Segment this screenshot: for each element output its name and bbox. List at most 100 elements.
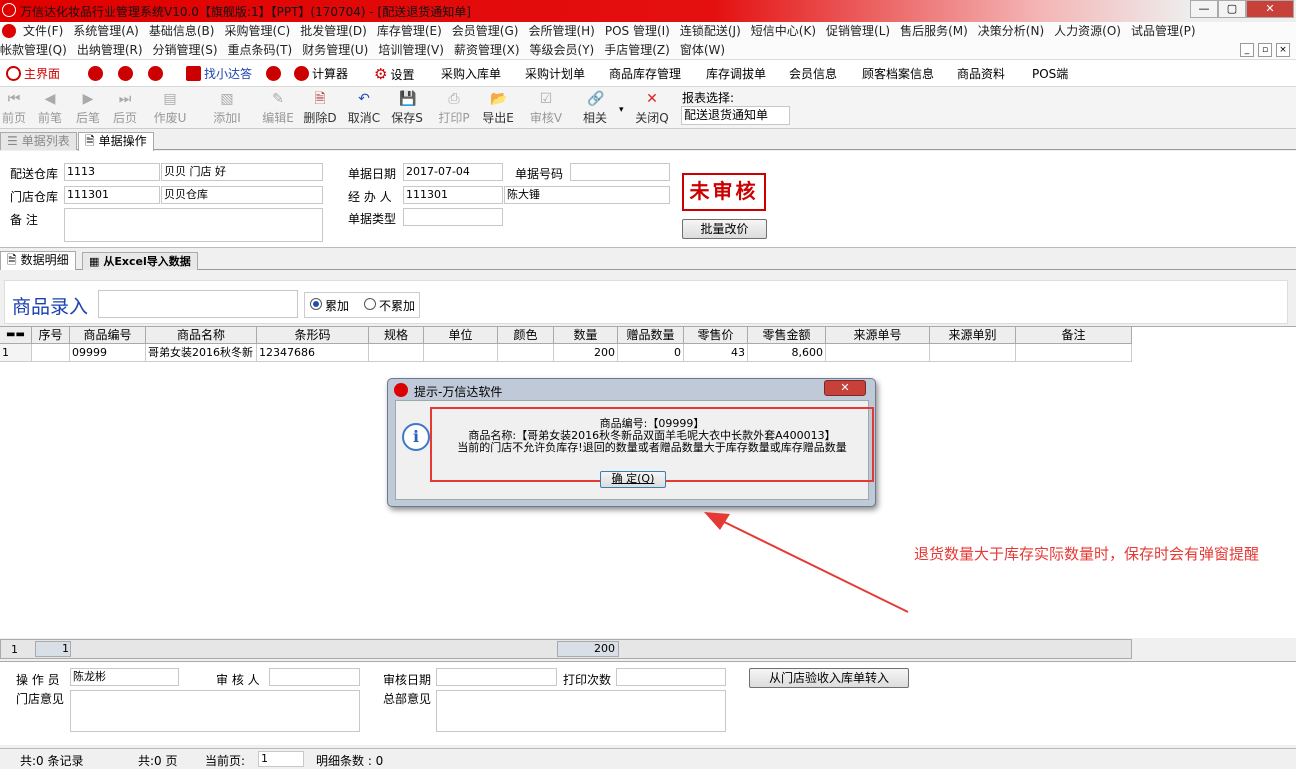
row-indicator[interactable]: 1 xyxy=(0,344,32,362)
quick-purchase-in[interactable]: 采购入库单 xyxy=(441,64,501,84)
quick-member-info[interactable]: 会员信息 xyxy=(789,64,837,84)
print-button[interactable]: ⎙ 打印P xyxy=(434,89,474,127)
doc-date-field[interactable]: 2017-07-04 xyxy=(403,163,503,181)
batch-reprice-button[interactable]: 批量改价 xyxy=(682,219,767,239)
col-retail-price[interactable]: 零售价 xyxy=(684,327,748,344)
table-cell[interactable]: 200 xyxy=(554,344,618,362)
operator-field[interactable]: 陈龙彬 xyxy=(70,668,179,686)
quick-pos[interactable]: POS端 xyxy=(1032,64,1068,84)
menu-file[interactable]: 文件(F) xyxy=(18,22,68,41)
close-doc-button[interactable]: ✕ 关闭Q xyxy=(632,89,672,127)
menu-member[interactable]: 会员管理(G) xyxy=(447,22,524,41)
tab-excel-import[interactable]: ▦ 从Excel导入数据 xyxy=(82,252,198,270)
tab-data-detail[interactable]: 🗎 数据明细 xyxy=(0,251,76,270)
menu-training[interactable]: 培训管理(V) xyxy=(373,41,449,60)
save-button[interactable]: 💾 保存S xyxy=(387,89,427,127)
transfer-from-store-button[interactable]: 从门店验收入库单转入 xyxy=(749,668,909,688)
col-spec[interactable]: 规格 xyxy=(369,327,424,344)
mdi-restore-icon[interactable]: ▫ xyxy=(1258,43,1272,57)
ship-wh-name-field[interactable]: 贝贝 门店 好 xyxy=(161,163,323,181)
menu-chain-delivery[interactable]: 连锁配送(J) xyxy=(675,22,746,41)
quick-purchase-plan[interactable]: 采购计划单 xyxy=(525,64,585,84)
table-cell[interactable] xyxy=(826,344,930,362)
menu-salary[interactable]: 薪资管理(X) xyxy=(449,41,525,60)
radio-no-accumulate[interactable] xyxy=(364,298,376,310)
auditor-field[interactable] xyxy=(269,668,360,686)
menu-basic-info[interactable]: 基础信息(B) xyxy=(144,22,220,41)
edit-button[interactable]: ✎ 编辑E xyxy=(258,89,298,127)
next-record-button[interactable]: ▶ 后笔 xyxy=(68,89,108,127)
quick-home[interactable]: 主界面 xyxy=(6,64,60,84)
quick-home-icon[interactable] xyxy=(266,64,284,84)
ship-wh-code-field[interactable]: 1113 xyxy=(64,163,160,181)
tab-doc-list[interactable]: ☰ 单据列表 xyxy=(0,132,77,150)
store-opinion-field[interactable] xyxy=(70,690,360,732)
quick-product-info[interactable]: 商品资料 xyxy=(957,64,1005,84)
maximize-button[interactable]: ▢ xyxy=(1218,0,1246,18)
table-cell[interactable]: 12347686 xyxy=(257,344,369,362)
menu-sms[interactable]: 短信中心(K) xyxy=(746,22,821,41)
table-cell[interactable]: 8,600 xyxy=(748,344,826,362)
quick-settings[interactable]: ⚙ 设置 xyxy=(374,64,414,84)
menu-club[interactable]: 会所管理(H) xyxy=(523,22,599,41)
table-cell[interactable] xyxy=(424,344,498,362)
menu-after-sales[interactable]: 售后服务(M) xyxy=(895,22,973,41)
report-select[interactable]: 配送退货通知单 xyxy=(681,106,790,125)
store-wh-code-field[interactable]: 111301 xyxy=(64,186,160,204)
col-barcode[interactable]: 条形码 xyxy=(257,327,369,344)
quick-customer-archive[interactable]: 顾客档案信息 xyxy=(862,64,934,84)
add-button[interactable]: ▧ 添加I xyxy=(207,89,247,127)
col-source-no[interactable]: 来源单号 xyxy=(826,327,930,344)
last-page-button[interactable]: ⏭ 后页 xyxy=(105,89,145,127)
related-dropdown-icon[interactable]: ▾ xyxy=(619,105,624,115)
quick-chat[interactable] xyxy=(118,64,136,84)
quick-help[interactable]: 找小达答 xyxy=(186,64,252,84)
handler-name-field[interactable]: 陈大锤 xyxy=(504,186,670,204)
menu-key-barcode[interactable]: 重点条码(T) xyxy=(223,41,298,60)
void-button[interactable]: ▤ 作废U xyxy=(150,89,190,127)
col-seq[interactable]: 序号 xyxy=(32,327,70,344)
doc-no-field[interactable] xyxy=(570,163,670,181)
delete-button[interactable]: 🗎 删除D xyxy=(300,89,340,127)
cancel-button[interactable]: ↶ 取消C xyxy=(344,89,384,127)
col-qty[interactable]: 数量 xyxy=(554,327,618,344)
mdi-minimize-icon[interactable]: _ xyxy=(1240,43,1254,57)
table-cell[interactable]: 43 xyxy=(684,344,748,362)
doc-type-field[interactable] xyxy=(403,208,503,226)
menu-trial[interactable]: 试品管理(P) xyxy=(1126,22,1201,41)
table-cell[interactable]: 哥弟女装2016秋冬新 xyxy=(146,344,257,362)
app-menu-icon[interactable] xyxy=(2,24,16,38)
quick-calculator[interactable]: 计算器 xyxy=(294,64,348,84)
grid-corner-icon[interactable]: ▬▬ xyxy=(0,327,32,344)
product-entry-input[interactable] xyxy=(98,290,298,318)
menu-decision[interactable]: 决策分析(N) xyxy=(973,22,1049,41)
export-button[interactable]: 📂 导出E xyxy=(478,89,518,127)
mdi-close-icon[interactable]: × xyxy=(1276,43,1290,57)
dialog-ok-button[interactable]: 确 定(Q) xyxy=(600,471,666,488)
col-name[interactable]: 商品名称 xyxy=(146,327,257,344)
minimize-button[interactable]: — xyxy=(1190,0,1218,18)
quick-lock[interactable] xyxy=(88,64,106,84)
table-cell[interactable] xyxy=(498,344,554,362)
table-cell[interactable] xyxy=(369,344,424,362)
handler-code-field[interactable]: 111301 xyxy=(403,186,503,204)
menu-cashier[interactable]: 出纳管理(R) xyxy=(72,41,148,60)
table-cell[interactable] xyxy=(930,344,1016,362)
menu-store[interactable]: 手店管理(Z) xyxy=(599,41,675,60)
col-color[interactable]: 颜色 xyxy=(498,327,554,344)
col-source-type[interactable]: 来源单别 xyxy=(930,327,1016,344)
quick-stock-mgmt[interactable]: 商品库存管理 xyxy=(609,64,681,84)
menu-inventory[interactable]: 库存管理(E) xyxy=(372,22,447,41)
radio-accumulate[interactable] xyxy=(310,298,322,310)
first-page-button[interactable]: ⏮ 前页 xyxy=(0,89,34,127)
col-retail-amount[interactable]: 零售金额 xyxy=(748,327,826,344)
menu-pos[interactable]: POS 管理(I) xyxy=(600,22,675,41)
audit-date-field[interactable] xyxy=(436,668,557,686)
table-cell[interactable]: 09999 xyxy=(70,344,146,362)
menu-finance[interactable]: 财务管理(U) xyxy=(297,41,373,60)
col-code[interactable]: 商品编号 xyxy=(70,327,146,344)
dialog-close-button[interactable]: ✕ xyxy=(824,380,866,396)
table-cell[interactable] xyxy=(1016,344,1132,362)
quick-shield[interactable] xyxy=(148,64,166,84)
prev-record-button[interactable]: ◀ 前笔 xyxy=(30,89,70,127)
